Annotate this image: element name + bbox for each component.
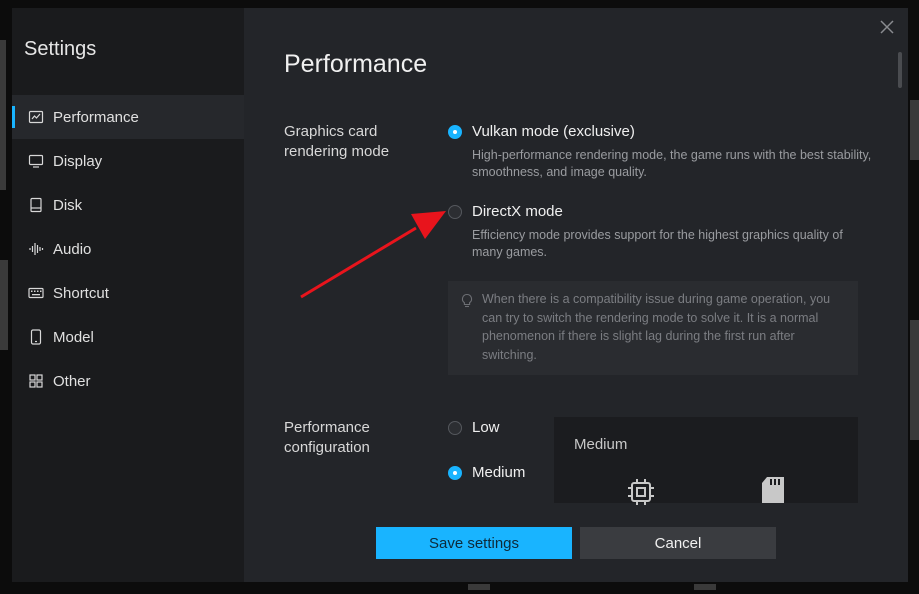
sidebar-item-disk[interactable]: Disk [12, 183, 244, 227]
sidebar-item-display[interactable]: Display [12, 139, 244, 183]
phone-icon [28, 329, 44, 345]
memory-card-icon [762, 477, 784, 503]
directx-mode-label: DirectX mode [472, 203, 563, 220]
directx-mode-description: Efficiency mode provides support for the… [472, 228, 843, 259]
sidebar-item-audio[interactable]: Audio [12, 227, 244, 271]
performance-config-label: Performance configuration [284, 419, 370, 456]
performance-medium-radio[interactable] [448, 465, 462, 480]
sidebar-item-label: Disk [53, 196, 83, 214]
performance-preview-panel: Medium [554, 417, 858, 505]
disk-icon [28, 197, 44, 213]
grid-icon [28, 373, 44, 389]
settings-dialog: Settings Performance Display Disk Audio [12, 8, 908, 582]
close-icon [880, 20, 894, 34]
chart-icon [28, 109, 44, 125]
cancel-button[interactable]: Cancel [580, 527, 776, 559]
sidebar-item-shortcut[interactable]: Shortcut [12, 271, 244, 315]
sidebar-item-model[interactable]: Model [12, 315, 244, 359]
sidebar-item-label: Performance [53, 108, 139, 126]
save-settings-button[interactable]: Save settings [376, 527, 572, 559]
performance-low-radio[interactable] [448, 420, 462, 435]
keyboard-icon [28, 285, 44, 301]
sidebar-item-label: Shortcut [53, 284, 109, 302]
performance-low-option[interactable]: Low [448, 419, 500, 436]
lightbulb-icon [461, 293, 473, 308]
sidebar-item-label: Audio [53, 240, 92, 258]
performance-medium-option[interactable]: Medium [448, 464, 525, 481]
sidebar-item-label: Display [53, 152, 103, 170]
cpu-icon [628, 479, 654, 505]
vulkan-mode-option[interactable]: Vulkan mode (exclusive) [448, 123, 635, 140]
preview-title: Medium [574, 436, 628, 453]
page-title: Performance [284, 50, 428, 78]
scrollbar-thumb[interactable] [898, 52, 902, 88]
vulkan-mode-label: Vulkan mode (exclusive) [472, 123, 635, 140]
compatibility-tip: When there is a compatibility issue duri… [448, 281, 858, 375]
performance-low-label: Low [472, 419, 500, 436]
vulkan-mode-radio[interactable] [448, 124, 462, 139]
directx-mode-option[interactable]: DirectX mode [448, 203, 563, 220]
directx-mode-radio[interactable] [448, 204, 462, 219]
close-button[interactable] [878, 18, 896, 36]
sidebar-item-other[interactable]: Other [12, 359, 244, 403]
sidebar-item-performance[interactable]: Performance [12, 95, 244, 139]
rendering-mode-label: Graphics card rendering mode [284, 123, 390, 160]
performance-medium-label: Medium [472, 464, 526, 481]
sidebar-item-label: Model [53, 328, 94, 346]
monitor-icon [28, 153, 44, 169]
audio-icon [28, 241, 44, 257]
compatibility-tip-text: When there is a compatibility issue duri… [482, 292, 831, 362]
sidebar: Settings Performance Display Disk Audio [12, 8, 244, 582]
sidebar-title: Settings [24, 38, 97, 60]
vulkan-mode-description: High-performance rendering mode, the gam… [472, 148, 872, 179]
sidebar-item-label: Other [53, 372, 91, 390]
